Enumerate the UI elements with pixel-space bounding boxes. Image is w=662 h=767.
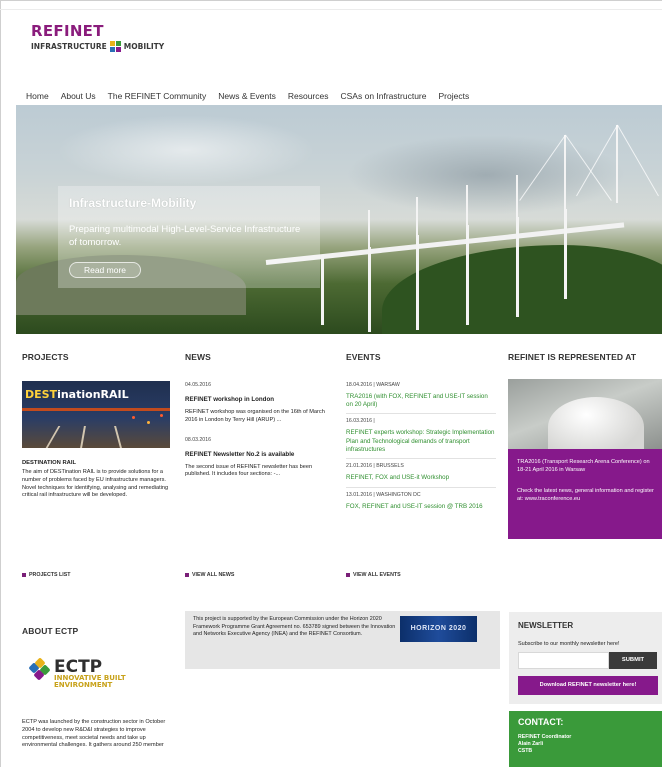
contact-box: CONTACT: REFINET Coordinator Alain Zarli… (509, 711, 662, 767)
signal-light (160, 414, 163, 417)
hero-cloud (346, 135, 626, 215)
event-title[interactable]: REFINET experts workshop: Strategic Impl… (346, 429, 496, 454)
newsletter-submit-button[interactable]: SUBMIT (609, 652, 657, 669)
event-title[interactable]: REFINET, FOX and USE-it Workshop (346, 474, 496, 482)
newsletter-email-field[interactable] (518, 652, 609, 669)
news-date: 04.05.2016 (185, 382, 211, 388)
hero-title: Infrastructure-Mobility (69, 196, 197, 210)
about-text: ECTP was launched by the construction se… (22, 719, 166, 749)
event-title[interactable]: FOX, REFINET and USE-IT session @ TRB 20… (346, 503, 496, 511)
read-more-button[interactable]: Read more (69, 262, 141, 278)
news-title[interactable]: REFINET workshop in London (185, 396, 335, 403)
news-list: 04.05.2016 REFINET workshop in London RE… (185, 382, 335, 479)
ectp-logo[interactable]: ECTP INNOVATIVE BUILT ENVIRONMENT (28, 657, 126, 689)
newsletter-box: NEWSLETTER Subscribe to our monthly news… (509, 612, 662, 704)
bridge-mast (466, 185, 468, 227)
contact-line: CSTB (518, 748, 533, 754)
logo-tagline-right: MOBILITY (123, 42, 165, 51)
view-all-events-link[interactable]: VIEW ALL EVENTS (346, 572, 401, 578)
rail-track (80, 426, 86, 448)
bridge-mast (368, 210, 370, 252)
newsletter-subtitle: Subscribe to our monthly newsletter here… (518, 641, 620, 647)
download-newsletter-button[interactable]: Download REFINET newsletter here! (518, 676, 658, 695)
event-title[interactable]: TRA2016 (with FOX, REFINET and USE-IT se… (346, 393, 496, 409)
events-heading: EVENTS (346, 352, 381, 362)
nav-item-projects[interactable]: Projects (438, 91, 469, 101)
project-image-label: DESTinationRAIL (25, 388, 129, 401)
helmet-shape (548, 397, 644, 449)
nav-item-csas[interactable]: CSAs on Infrastructure (341, 91, 427, 101)
bridge-mast (416, 197, 418, 239)
about-heading: ABOUT ECTP (22, 626, 79, 636)
event-date: 13.01.2016 | WASHINGTON DC (346, 492, 421, 499)
bridge-mast (616, 125, 618, 203)
projects-heading: PROJECTS (22, 352, 69, 362)
events-list: 18.04.2016 | WARSAW TRA2016 (with FOX, R… (346, 382, 496, 511)
project-title[interactable]: DESTINATION RAIL (22, 460, 76, 466)
news-date: 08.03.2016 (185, 436, 211, 443)
event-date: 16.03.2016 | (346, 418, 375, 425)
logo-tagline: INFRASTRUCTURE MOBILITY (31, 41, 164, 52)
nav-item-about-us[interactable]: About Us (61, 91, 96, 101)
contact-heading: CONTACT: (518, 717, 564, 727)
rail-track (45, 426, 61, 448)
project-image[interactable]: DESTinationRAIL (22, 381, 170, 448)
project-text: The aim of DESTination RAIL is to provid… (22, 469, 169, 499)
hero-hill (382, 245, 662, 334)
event-divider (346, 458, 496, 460)
nav-item-news-events[interactable]: News & Events (218, 91, 276, 101)
bridge-mast (516, 175, 518, 217)
nav-item-community[interactable]: The REFINET Community (108, 91, 207, 101)
hero-cloud (56, 115, 316, 185)
represented-text-1: TRA2016 (Transport Research Arena Confer… (517, 459, 650, 473)
projects-list-link[interactable]: PROJECTS LIST (22, 572, 71, 578)
bridge-pier (368, 247, 371, 332)
news-text: REFINET workshop was organised on the 16… (185, 409, 325, 423)
news-text: The second issue of REFINET newsletter h… (185, 463, 313, 478)
represented-heading: REFINET IS REPRESENTED AT (508, 352, 637, 362)
eu-funding-text: This project is supported by the Europea… (193, 616, 396, 637)
eu-funding-box: This project is supported by the Europea… (185, 611, 500, 669)
rail-track (114, 426, 122, 448)
contact-line: Alain Zarli (518, 741, 544, 747)
ectp-logo-text: ECTP INNOVATIVE BUILT ENVIRONMENT (54, 659, 126, 689)
news-title[interactable]: REFINET Newsletter No.2 is available (185, 451, 335, 458)
ectp-mark-icon (28, 657, 51, 681)
bridge-pier (564, 209, 567, 299)
view-all-news-link[interactable]: VIEW ALL NEWS (185, 572, 234, 578)
contact-line: REFINET Coordinator (518, 734, 572, 740)
nav-item-resources[interactable]: Resources (288, 91, 329, 101)
bullet-icon (185, 573, 189, 577)
bullet-icon (22, 573, 26, 577)
signal-light (132, 416, 135, 419)
main-nav: Home About Us The REFINET Community News… (26, 91, 469, 101)
ectp-word: ECTP (54, 657, 103, 677)
logo-name: REFINET (31, 22, 104, 40)
hero-text: Preparing multimodal High-Level-Service … (69, 224, 301, 248)
represented-box[interactable]: TRA2016 (Transport Research Arena Confer… (508, 379, 662, 539)
project-image-stripe (22, 408, 170, 411)
newsletter-heading: NEWSLETTER (518, 621, 574, 630)
nav-item-home[interactable]: Home (26, 91, 49, 101)
bridge-pier (321, 255, 324, 325)
bullet-icon (346, 573, 350, 577)
event-date: 18.04.2016 | WARSAW (346, 382, 400, 388)
bridge-pier (466, 225, 469, 325)
ectp-tag-2: ENVIRONMENT (54, 681, 113, 689)
signal-light (147, 421, 150, 424)
bridge-pier (416, 235, 419, 330)
horizon-2020-logo[interactable]: HORIZON 2020 (400, 616, 477, 642)
logo-tagline-left: INFRASTRUCTURE (31, 42, 107, 51)
news-heading: NEWS (185, 352, 211, 362)
event-date: 21.01.2016 | BRUSSELS (346, 463, 404, 470)
represented-text-2: Check the latest news, general informati… (517, 488, 654, 502)
event-divider (346, 487, 496, 489)
helmet-image (508, 379, 662, 449)
site-logo[interactable]: REFINET INFRASTRUCTURE MOBILITY (31, 24, 164, 52)
top-divider (0, 9, 662, 10)
event-divider (346, 413, 496, 415)
puzzle-icon (109, 41, 121, 52)
bridge-pier (516, 217, 519, 317)
bridge-mast (564, 135, 566, 211)
